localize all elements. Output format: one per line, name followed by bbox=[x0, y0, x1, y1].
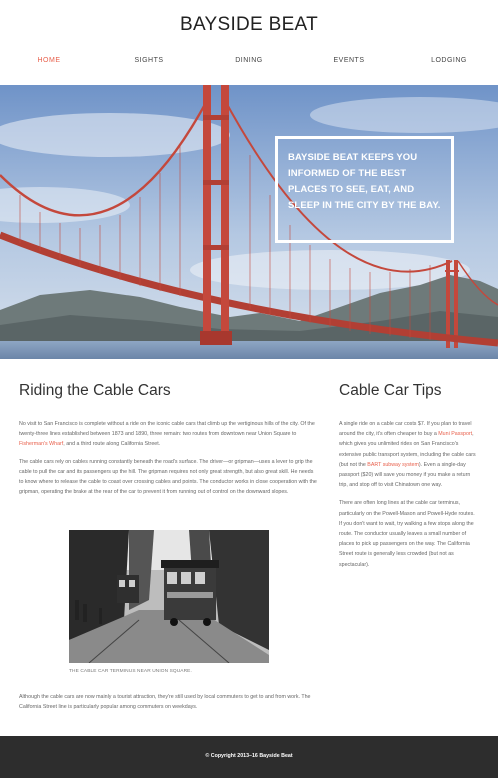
sidebar-paragraph-1: A single ride on a cable car costs $7. I… bbox=[339, 421, 476, 489]
sidebar-heading: Cable Car Tips bbox=[339, 382, 442, 399]
site-title[interactable]: BAYSIDE BEAT bbox=[0, 14, 498, 36]
cable-car-photo bbox=[69, 530, 269, 663]
nav-home[interactable]: HOME bbox=[19, 57, 79, 64]
nav-dining[interactable]: DINING bbox=[219, 57, 279, 64]
nav-sights[interactable]: SIGHTS bbox=[119, 57, 179, 64]
site-header: BAYSIDE BEAT HOME SIGHTS DINING EVENTS L… bbox=[0, 0, 498, 84]
article-closing: Although the cable cars are now mainly a… bbox=[19, 692, 319, 720]
photo-caption: THE CABLE CAR TERMINUS NEAR UNION SQUARE… bbox=[69, 669, 192, 674]
link-bart-subway[interactable]: BART subway system bbox=[367, 462, 419, 468]
hero-banner: BAYSIDE BEAT KEEPS YOU INFORMED OF THE B… bbox=[0, 85, 498, 359]
copyright-text: © Copyright 2013–16 Bayside Beat bbox=[205, 753, 293, 759]
article-paragraph-3: Although the cable cars are now mainly a… bbox=[19, 694, 311, 710]
nav-lodging[interactable]: LODGING bbox=[419, 57, 479, 64]
article-figure: THE CABLE CAR TERMINUS NEAR UNION SQUARE… bbox=[69, 530, 269, 674]
site-footer: © Copyright 2013–16 Bayside Beat bbox=[0, 736, 498, 778]
article-paragraph-1: No visit to San Francisco is complete wi… bbox=[19, 421, 315, 447]
article-heading: Riding the Cable Cars bbox=[19, 382, 171, 399]
sidebar: Cable Car Tips A single ride on a cable … bbox=[339, 382, 479, 578]
link-muni-passport[interactable]: Muni Passport bbox=[438, 431, 472, 437]
hero-callout: BAYSIDE BEAT KEEPS YOU INFORMED OF THE B… bbox=[275, 136, 454, 243]
article-paragraph-2: The cable cars rely on cables running co… bbox=[19, 459, 317, 495]
hero-text: BAYSIDE BEAT KEEPS YOU INFORMED OF THE B… bbox=[288, 152, 441, 211]
main-nav: HOME SIGHTS DINING EVENTS LODGING bbox=[0, 57, 498, 69]
link-fishermans-wharf[interactable]: Fisherman's Wharf bbox=[19, 441, 63, 447]
sidebar-paragraph-2: There are often long lines at the cable … bbox=[339, 500, 475, 568]
nav-events[interactable]: EVENTS bbox=[319, 57, 379, 64]
main-article: Riding the Cable Cars No visit to San Fr… bbox=[19, 382, 319, 505]
